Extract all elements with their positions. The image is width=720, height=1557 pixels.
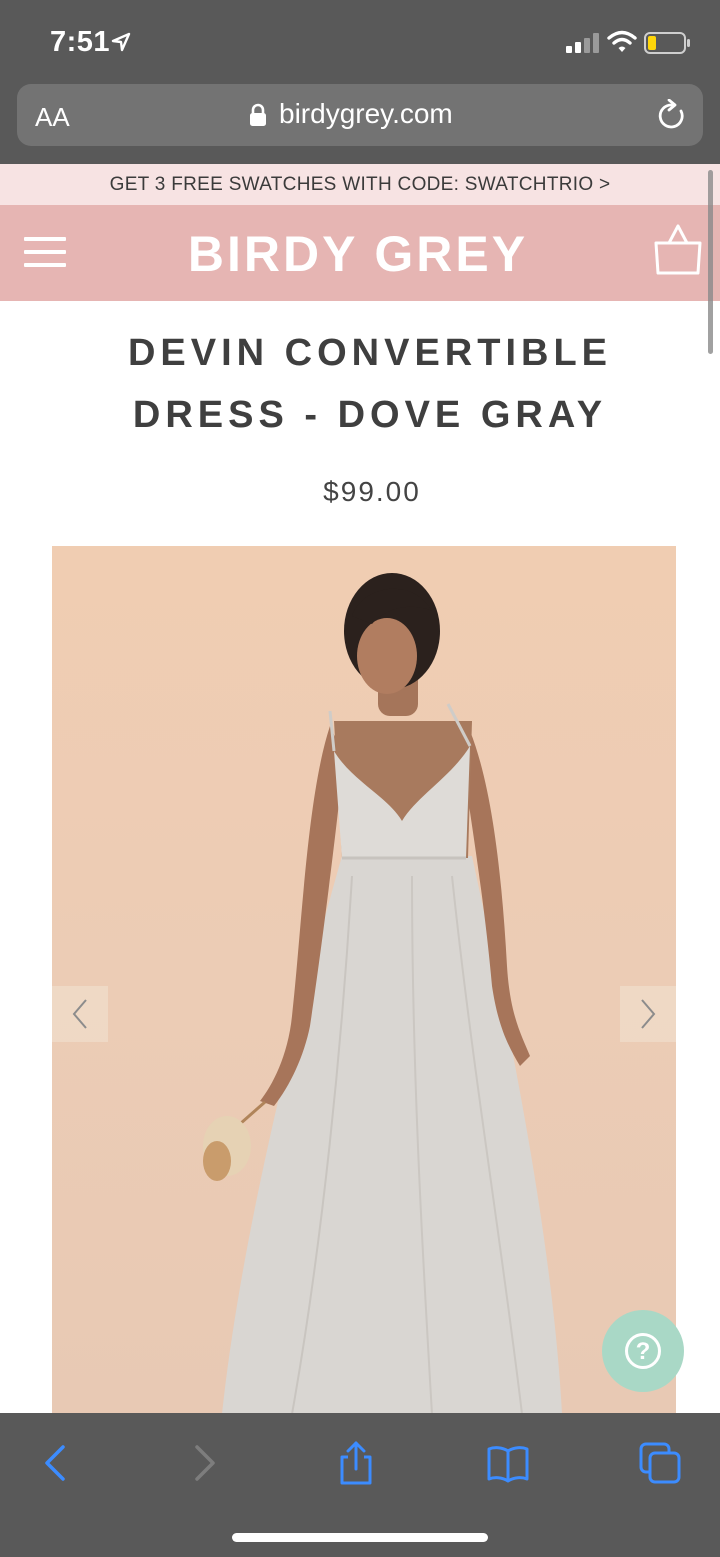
text-size-button[interactable]: AA (35, 102, 70, 133)
tabs-icon[interactable] (638, 1441, 682, 1485)
help-chat-button[interactable]: ? (602, 1310, 684, 1392)
bookmarks-icon[interactable] (486, 1441, 530, 1485)
question-mark-icon: ? (625, 1333, 661, 1369)
model-illustration (203, 573, 562, 1414)
product-image[interactable] (52, 546, 676, 1414)
scroll-indicator[interactable] (708, 170, 713, 354)
browser-chrome: AA birdygrey.com (0, 84, 720, 164)
product-price: $99.00 (323, 476, 421, 507)
battery-icon (644, 32, 690, 54)
site-header: BIRDY GREY (0, 205, 720, 301)
reload-icon[interactable] (657, 99, 687, 131)
chevron-left-icon (72, 999, 87, 1029)
product-title: DEVIN CONVERTIBLE DRESS - DOVE GRAY (60, 322, 680, 446)
back-arrow-icon[interactable] (34, 1441, 78, 1485)
brand-logo[interactable]: BIRDY GREY (0, 225, 716, 283)
carousel-next-button[interactable] (620, 986, 676, 1042)
carousel-prev-button[interactable] (52, 986, 108, 1042)
product-title-line-2: DRESS - DOVE GRAY (132, 394, 608, 436)
status-time: 7:51 (50, 26, 111, 58)
promo-banner[interactable]: GET 3 FREE SWATCHES WITH CODE: SWATCHTRI… (0, 164, 720, 205)
location-arrow-icon (111, 32, 131, 52)
wifi-icon (607, 30, 637, 52)
url-text[interactable]: birdygrey.com (279, 98, 453, 130)
status-bar: 7:51 (0, 0, 720, 84)
cellular-signal-icon (566, 33, 599, 53)
share-icon[interactable] (334, 1441, 378, 1485)
lock-icon (250, 103, 266, 126)
promo-text: GET 3 FREE SWATCHES WITH CODE: SWATCHTRI… (109, 174, 611, 195)
address-bar[interactable]: AA birdygrey.com (17, 84, 703, 146)
forward-arrow-icon[interactable] (182, 1441, 226, 1485)
chevron-right-icon (641, 999, 656, 1029)
shopping-bag-icon[interactable] (652, 223, 704, 277)
product-title-line-1: DEVIN CONVERTIBLE (127, 332, 613, 374)
home-indicator[interactable] (232, 1533, 488, 1542)
